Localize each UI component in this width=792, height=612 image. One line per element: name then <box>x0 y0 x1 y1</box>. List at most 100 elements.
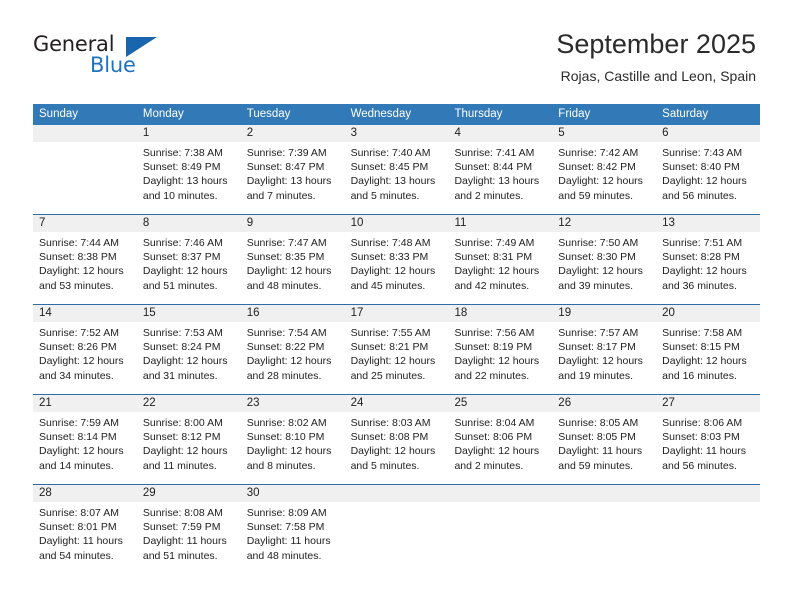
weekday-header-monday: Monday <box>142 108 184 120</box>
day-details: Sunrise: 7:59 AM Sunset: 8:14 PM Daylight:… <box>33 412 137 473</box>
daylight-text: Daylight: 12 hours and 19 minutes. <box>558 355 643 382</box>
day-details: Sunrise: 7:38 AM Sunset: 8:49 PM Daylight:… <box>137 142 241 203</box>
day-details: Sunrise: 7:41 AM Sunset: 8:44 PM Daylight:… <box>448 142 552 203</box>
daylight-text: Daylight: 12 hours and 22 minutes. <box>454 355 540 382</box>
day-cell[interactable]: 3 Sunrise: 7:40 AM Sunset: 8:45 PM Daylight… <box>344 125 449 214</box>
sunset-text: Sunset: 8:40 PM <box>662 161 740 174</box>
day-details: Sunrise: 8:05 AM Sunset: 8:05 PM Daylight:… <box>552 412 656 473</box>
day-cell[interactable]: 23 Sunrise: 8:02 AM Sunset: 8:10 PM Dayligh… <box>240 395 345 484</box>
sunrise-text: Sunrise: 8:02 AM <box>246 417 327 429</box>
sunset-text: Sunset: 8:33 PM <box>350 251 429 264</box>
day-cell[interactable]: 5 Sunrise: 7:42 AM Sunset: 8:42 PM Daylight… <box>552 125 657 214</box>
daylight-text: Daylight: 12 hours and 39 minutes. <box>558 265 643 292</box>
day-cell-empty <box>344 485 449 575</box>
day-number: 27 <box>656 395 761 412</box>
day-number: 5 <box>552 125 657 142</box>
sunset-text: Sunset: 8:08 PM <box>350 431 429 444</box>
sunset-text: Sunset: 8:15 PM <box>662 341 740 354</box>
day-cell[interactable]: 13 Sunrise: 7:51 AM Sunset: 8:28 PM Dayligh… <box>656 215 761 304</box>
day-details: Sunrise: 8:07 AM Sunset: 8:01 PM Daylight:… <box>33 502 137 563</box>
daylight-text: Daylight: 13 hours and 7 minutes. <box>246 175 332 202</box>
sunrise-text: Sunrise: 7:58 AM <box>662 327 743 339</box>
daylight-text: Daylight: 11 hours and 56 minutes. <box>662 445 747 472</box>
sunset-text: Sunset: 7:58 PM <box>246 521 325 534</box>
daylight-text: Daylight: 12 hours and 48 minutes. <box>246 265 332 292</box>
day-cell[interactable]: 14 Sunrise: 7:52 AM Sunset: 8:26 PM Dayligh… <box>33 305 137 394</box>
day-cell[interactable]: 21 Sunrise: 7:59 AM Sunset: 8:14 PM Dayligh… <box>33 395 137 484</box>
day-number: 7 <box>33 215 137 232</box>
day-details: Sunrise: 7:46 AM Sunset: 8:37 PM Daylight:… <box>137 232 241 293</box>
logo[interactable]: General Blue <box>33 32 173 84</box>
daylight-text: Daylight: 12 hours and 36 minutes. <box>662 265 747 292</box>
day-details: Sunrise: 7:56 AM Sunset: 8:19 PM Daylight:… <box>448 322 552 383</box>
sunset-text: Sunset: 8:44 PM <box>454 161 533 174</box>
day-cell[interactable]: 9 Sunrise: 7:47 AM Sunset: 8:35 PM Daylight… <box>240 215 345 304</box>
day-cell-empty <box>33 125 137 214</box>
sunrise-text: Sunrise: 7:52 AM <box>39 327 119 339</box>
day-cell[interactable]: 6 Sunrise: 7:43 AM Sunset: 8:40 PM Daylight… <box>656 125 761 214</box>
day-details: Sunrise: 7:44 AM Sunset: 8:38 PM Daylight:… <box>33 232 137 293</box>
day-cell[interactable]: 27 Sunrise: 8:06 AM Sunset: 8:03 PM Dayligh… <box>656 395 761 484</box>
day-number: 19 <box>552 305 657 322</box>
day-details: Sunrise: 7:40 AM Sunset: 8:45 PM Daylight:… <box>345 142 449 203</box>
day-details: Sunrise: 7:55 AM Sunset: 8:21 PM Daylight:… <box>345 322 449 383</box>
day-cell[interactable]: 16 Sunrise: 7:54 AM Sunset: 8:22 PM Dayligh… <box>240 305 345 394</box>
sunset-text: Sunset: 8:45 PM <box>350 161 429 174</box>
daylight-text: Daylight: 12 hours and 8 minutes. <box>246 445 332 472</box>
day-number: 14 <box>33 305 137 322</box>
sunrise-text: Sunrise: 8:05 AM <box>558 417 639 429</box>
daylight-text: Daylight: 12 hours and 51 minutes. <box>142 265 228 292</box>
day-cell[interactable]: 15 Sunrise: 7:53 AM Sunset: 8:24 PM Dayligh… <box>136 305 241 394</box>
page-title: September 2025 <box>556 29 756 59</box>
sunrise-text: Sunrise: 7:49 AM <box>454 237 535 249</box>
day-cell[interactable]: 12 Sunrise: 7:50 AM Sunset: 8:30 PM Dayligh… <box>552 215 657 304</box>
day-details: Sunrise: 7:52 AM Sunset: 8:26 PM Daylight:… <box>33 322 137 383</box>
day-cell[interactable]: 26 Sunrise: 8:05 AM Sunset: 8:05 PM Dayligh… <box>552 395 657 484</box>
daylight-text: Daylight: 12 hours and 59 minutes. <box>558 175 643 202</box>
day-number: 21 <box>33 395 137 412</box>
day-cell[interactable]: 25 Sunrise: 8:04 AM Sunset: 8:06 PM Dayligh… <box>448 395 553 484</box>
sunrise-text: Sunrise: 7:55 AM <box>350 327 431 339</box>
sunrise-text: Sunrise: 7:41 AM <box>454 147 535 159</box>
daylight-text: Daylight: 12 hours and 31 minutes. <box>142 355 228 382</box>
day-number: 30 <box>240 485 345 502</box>
day-cell[interactable]: 20 Sunrise: 7:58 AM Sunset: 8:15 PM Dayligh… <box>656 305 761 394</box>
day-cell[interactable]: 8 Sunrise: 7:46 AM Sunset: 8:37 PM Daylight… <box>136 215 241 304</box>
week-row: 1 Sunrise: 7:38 AM Sunset: 8:49 PM Daylight… <box>33 125 761 214</box>
day-cell[interactable]: 2 Sunrise: 7:39 AM Sunset: 8:47 PM Daylight… <box>240 125 345 214</box>
weeks-container: 1 Sunrise: 7:38 AM Sunset: 8:49 PM Daylight… <box>33 125 761 575</box>
calendar-grid: Sunday Monday Tuesday Wednesday Thursday Frid… <box>33 104 761 575</box>
sunset-text: Sunset: 8:37 PM <box>142 251 221 264</box>
day-details: Sunrise: 8:04 AM Sunset: 8:06 PM Daylight:… <box>448 412 552 473</box>
day-cell[interactable]: 1 Sunrise: 7:38 AM Sunset: 8:49 PM Daylight… <box>136 125 241 214</box>
day-cell[interactable]: 30 Sunrise: 8:09 AM Sunset: 7:58 PM Dayligh… <box>240 485 345 575</box>
day-number: 13 <box>656 215 761 232</box>
sunrise-text: Sunrise: 7:42 AM <box>558 147 639 159</box>
sunrise-text: Sunrise: 7:44 AM <box>39 237 119 249</box>
day-cell[interactable]: 4 Sunrise: 7:41 AM Sunset: 8:44 PM Daylight… <box>448 125 553 214</box>
day-details: Sunrise: 7:39 AM Sunset: 8:47 PM Daylight:… <box>241 142 345 203</box>
day-cell[interactable]: 17 Sunrise: 7:55 AM Sunset: 8:21 PM Dayligh… <box>344 305 449 394</box>
day-cell[interactable]: 18 Sunrise: 7:56 AM Sunset: 8:19 PM Dayligh… <box>448 305 553 394</box>
day-details: Sunrise: 8:08 AM Sunset: 7:59 PM Daylight:… <box>137 502 241 563</box>
week-row: 7 Sunrise: 7:44 AM Sunset: 8:38 PM Daylight… <box>33 214 761 304</box>
daylight-text: Daylight: 12 hours and 5 minutes. <box>350 445 436 472</box>
day-cell[interactable]: 22 Sunrise: 8:00 AM Sunset: 8:12 PM Dayligh… <box>136 395 241 484</box>
daylight-text: Daylight: 11 hours and 54 minutes. <box>39 535 123 562</box>
sunrise-text: Sunrise: 7:56 AM <box>454 327 535 339</box>
daylight-text: Daylight: 12 hours and 53 minutes. <box>39 265 124 292</box>
day-number: 29 <box>136 485 241 502</box>
day-cell[interactable]: 29 Sunrise: 8:08 AM Sunset: 7:59 PM Dayligh… <box>136 485 241 575</box>
weekday-header-wednesday: Wednesday <box>350 108 412 120</box>
daylight-text: Daylight: 11 hours and 51 minutes. <box>142 535 227 562</box>
day-cell[interactable]: 24 Sunrise: 8:03 AM Sunset: 8:08 PM Dayligh… <box>344 395 449 484</box>
sunrise-text: Sunrise: 8:06 AM <box>662 417 743 429</box>
day-cell[interactable]: 7 Sunrise: 7:44 AM Sunset: 8:38 PM Daylight… <box>33 215 137 304</box>
day-cell[interactable]: 11 Sunrise: 7:49 AM Sunset: 8:31 PM Dayligh… <box>448 215 553 304</box>
day-details: Sunrise: 8:00 AM Sunset: 8:12 PM Daylight:… <box>137 412 241 473</box>
day-cell[interactable]: 10 Sunrise: 7:48 AM Sunset: 8:33 PM Dayligh… <box>344 215 449 304</box>
day-cell[interactable]: 19 Sunrise: 7:57 AM Sunset: 8:17 PM Dayligh… <box>552 305 657 394</box>
day-cell[interactable]: 28 Sunrise: 8:07 AM Sunset: 8:01 PM Dayligh… <box>33 485 137 575</box>
sunset-text: Sunset: 8:17 PM <box>558 341 636 354</box>
day-number <box>448 485 553 502</box>
